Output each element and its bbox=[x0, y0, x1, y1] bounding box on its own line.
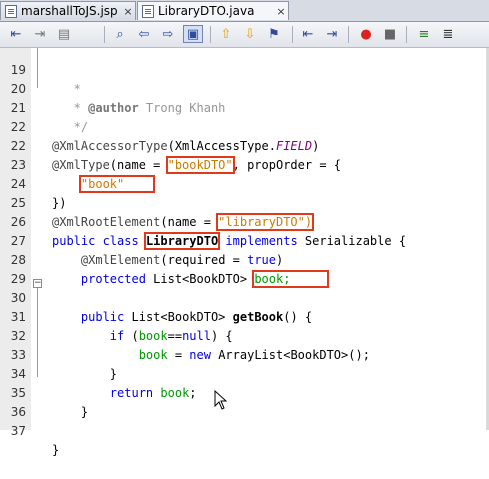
code-line: 30 public List<BookDTO> getBook() { bbox=[0, 270, 489, 324]
tab-librarydto[interactable]: LibraryDTO.java × bbox=[137, 1, 289, 20]
toolbar-separator bbox=[292, 26, 293, 43]
code-line: 28 protected List<BookDTO> book; bbox=[0, 232, 489, 288]
code-line: 21 */ bbox=[0, 80, 489, 134]
code-line: 32 book = new ArrayList<BookDTO>(); bbox=[0, 308, 489, 362]
tab-label: marshallToJS.jsp bbox=[21, 4, 118, 18]
code-line: 36 bbox=[0, 384, 489, 419]
previous-bookmark-icon[interactable]: ⇧ bbox=[216, 25, 236, 43]
code-line: 27 @XmlElement(required = true) bbox=[0, 213, 489, 267]
code-text: } bbox=[52, 443, 60, 457]
code-line: 33 } bbox=[0, 327, 489, 381]
find-icon[interactable]: ⌕ bbox=[110, 25, 130, 43]
toolbar-separator bbox=[104, 26, 105, 43]
forward-icon[interactable]: ⇥ bbox=[30, 25, 50, 43]
code-line: 26 public class LibraryDTO implements Se… bbox=[0, 194, 489, 250]
uncomment-icon[interactable]: ≣ bbox=[438, 25, 458, 43]
close-icon[interactable]: × bbox=[274, 5, 288, 18]
code-line: 22 @XmlAccessorType(XmlAccessType.FIELD) bbox=[0, 99, 489, 153]
toolbar-separator bbox=[406, 26, 407, 43]
line-number: 37 bbox=[10, 424, 26, 438]
find-next-icon[interactable]: ⇨ bbox=[158, 25, 178, 43]
editor-tab-bar: marshallToJS.jsp × LibraryDTO.java × bbox=[0, 0, 489, 22]
mouse-pointer-icon bbox=[214, 390, 228, 410]
shift-left-icon[interactable]: ⇤ bbox=[298, 25, 318, 43]
macro-record-icon[interactable]: ● bbox=[356, 25, 376, 43]
close-icon[interactable]: × bbox=[121, 5, 135, 18]
code-line: 22 @XmlType(name = "bookDTO", propOrder … bbox=[0, 118, 489, 174]
toggle-bookmark-icon[interactable]: ⚑ bbox=[264, 25, 284, 43]
code-line: 29 bbox=[0, 251, 489, 286]
next-bookmark-icon[interactable]: ⇩ bbox=[240, 25, 260, 43]
code-line: 24 }) bbox=[0, 156, 489, 210]
code-editor[interactable]: − 19 * 20 * @author Trong Khanh 21 */ 22… bbox=[0, 48, 489, 457]
tab-label: LibraryDTO.java bbox=[158, 4, 255, 18]
toolbar-separator bbox=[210, 26, 211, 43]
macro-stop-icon[interactable]: ■ bbox=[380, 25, 400, 43]
toolbar-separator bbox=[348, 26, 349, 43]
code-line: 35 } bbox=[0, 365, 489, 419]
code-line: 19 * bbox=[0, 42, 489, 96]
jsp-file-icon bbox=[5, 4, 17, 18]
code-line: 25 @XmlRootElement(name = "libraryDTO") bbox=[0, 175, 489, 231]
code-line: 37 } bbox=[0, 403, 489, 457]
code-line: 31 if (book==null) { bbox=[0, 289, 489, 343]
toggle-highlight-icon[interactable]: ▣ bbox=[183, 25, 203, 43]
back-icon[interactable]: ⇤ bbox=[6, 25, 26, 43]
code-line: 34 return book; bbox=[0, 346, 489, 400]
java-file-icon bbox=[142, 4, 154, 18]
comment-icon[interactable]: ≡ bbox=[414, 25, 434, 43]
find-previous-icon[interactable]: ⇦ bbox=[134, 25, 154, 43]
history-icon[interactable]: ▤ bbox=[54, 25, 74, 43]
code-line: 23 "book" bbox=[0, 137, 489, 193]
shift-right-icon[interactable]: ⇥ bbox=[322, 25, 342, 43]
code-line: 20 * @author Trong Khanh bbox=[0, 61, 489, 115]
tab-marshalltojs[interactable]: marshallToJS.jsp × bbox=[0, 1, 136, 20]
